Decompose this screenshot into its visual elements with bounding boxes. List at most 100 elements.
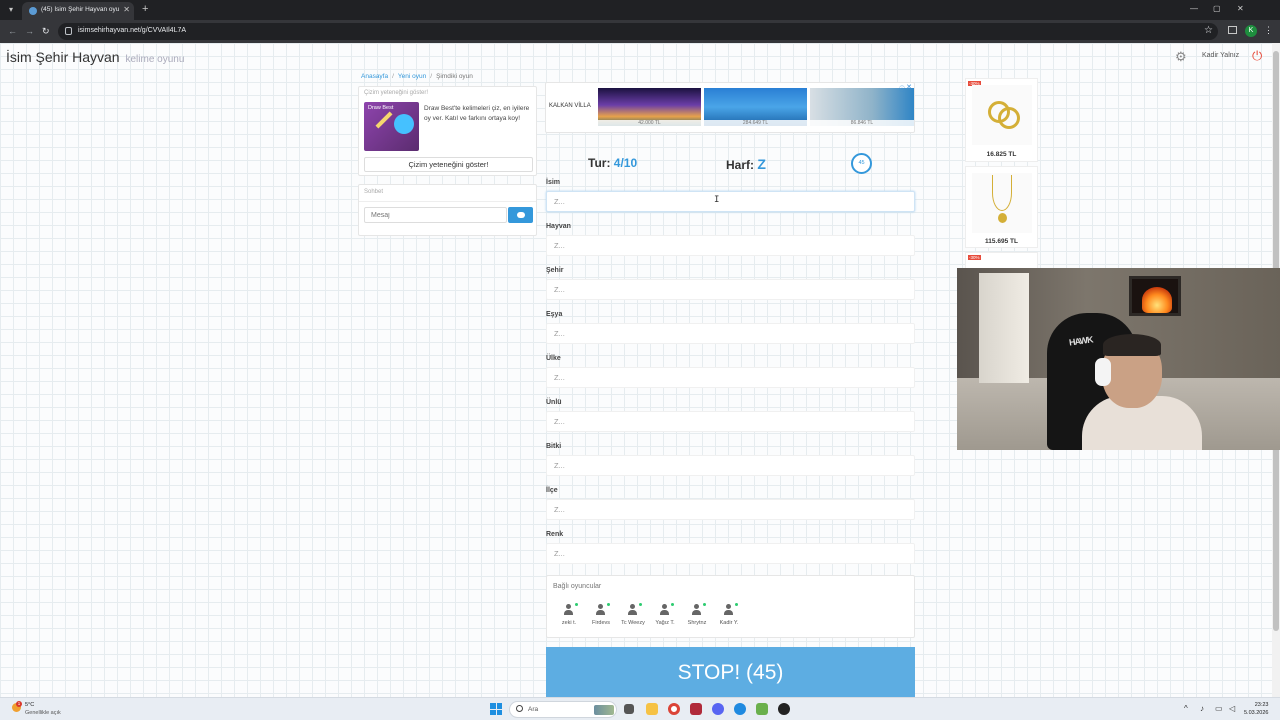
search-icon [516, 705, 523, 712]
online-status-dot [575, 603, 578, 606]
ad-price-2: 284.649 TL [704, 120, 807, 126]
connected-players-card: Bağlı oyuncular zeki t. Firdevs Tc Weezy… [546, 575, 915, 638]
draw-best-image[interactable]: Draw Best [364, 102, 419, 151]
chat-card: Sohbet [358, 184, 537, 236]
field-input-isim[interactable] [546, 191, 915, 212]
brand-subtitle: kelime oyunu [125, 54, 185, 65]
task-view-icon[interactable] [624, 704, 634, 714]
ad-close-icon[interactable]: ✕ [906, 83, 912, 91]
settings-gear-icon[interactable]: ⚙ [1175, 49, 1187, 65]
weather-temp: 5°C [25, 702, 35, 708]
new-tab-icon[interactable]: + [142, 3, 148, 15]
taskbar-search[interactable]: Ara [509, 701, 617, 718]
forward-icon[interactable]: → [25, 26, 34, 36]
user-avatar-icon [659, 604, 670, 616]
volume-icon[interactable]: ◁ [1229, 704, 1235, 713]
field-input-ilce[interactable] [546, 499, 915, 520]
breadcrumb-home-link[interactable]: Anasayfa [361, 73, 388, 80]
user-avatar-icon [723, 604, 734, 616]
site-info-icon[interactable] [65, 27, 72, 35]
chat-message-input[interactable] [364, 207, 507, 223]
field-label-isim: İsim [546, 179, 561, 186]
field-input-esya[interactable] [546, 323, 915, 344]
taskbar-clock[interactable]: 23:23 5.03.2026 [1244, 701, 1268, 717]
online-status-dot [639, 603, 642, 606]
field-label-ilce: İlçe [546, 487, 558, 494]
ad-info-icon[interactable]: ⓘ [899, 84, 905, 93]
taskbar-search-label: Ara [528, 706, 539, 713]
countdown-timer: 45 [851, 153, 872, 174]
discord-icon[interactable] [712, 703, 724, 715]
ad-photo-1[interactable]: 42.000 TL [598, 88, 701, 126]
stop-button[interactable]: STOP! (45) [546, 647, 915, 697]
field-label-esya: Eşya [546, 311, 563, 318]
draw-card-description: Draw Best'te kelimeleri çiz, en iyilere … [424, 105, 530, 122]
field-input-sehir[interactable] [546, 279, 915, 300]
file-explorer-icon[interactable] [646, 703, 658, 715]
app-icon-dark[interactable] [778, 703, 790, 715]
round-value: 4/10 [613, 156, 638, 170]
round-indicator: Tur: 4/10 [588, 156, 637, 170]
product-card[interactable]: -30% 16.825 TL [965, 78, 1038, 162]
online-status-dot [735, 603, 738, 606]
product-price: 115.695 TL [985, 238, 1018, 245]
ad-photo-3[interactable]: 86.846 TL [810, 88, 914, 126]
app-icon-green[interactable] [756, 703, 768, 715]
ad-photo-2[interactable]: 284.649 TL [704, 88, 807, 126]
chat-title: Sohbet [364, 189, 384, 195]
necklace-product-image[interactable] [972, 173, 1032, 233]
ad-banner[interactable]: KALKAN VİLLA 42.000 TL 284.649 TL 86.846… [545, 82, 915, 133]
network-icon[interactable]: ▭ [1215, 704, 1223, 713]
logout-power-icon[interactable]: ⏻ [1252, 48, 1262, 64]
reload-icon[interactable]: ↻ [42, 26, 50, 37]
chat-divider [359, 201, 536, 202]
url-field[interactable]: isimsehirhayvan.net/g/CVVAIl4L7A [58, 23, 1218, 40]
draw-card-title: Çizim yeteneğini göster! [364, 90, 429, 96]
brand-title: İsim Şehir Hayvan [6, 49, 120, 65]
rings-product-image[interactable] [972, 85, 1032, 145]
username[interactable]: Kadir Yalnız [1202, 52, 1239, 59]
pendant-icon [998, 213, 1007, 223]
profile-avatar[interactable]: K [1245, 25, 1257, 37]
maximize-icon[interactable]: ▢ [1213, 4, 1221, 13]
breadcrumb-new-game-link[interactable]: Yeni oyun [398, 73, 426, 80]
field-label-sehir: Şehir [546, 267, 564, 274]
product-card[interactable]: 115.695 TL [965, 166, 1038, 248]
tab-search-icon[interactable]: ▾ [5, 4, 17, 16]
chat-send-button[interactable] [508, 207, 533, 223]
site-brand[interactable]: İsim Şehir Hayvan kelime oyunu [6, 49, 184, 65]
bookmark-star-icon[interactable]: ☆ [1204, 25, 1213, 36]
ad-logo: KALKAN VİLLA [549, 103, 591, 109]
close-window-icon[interactable]: ✕ [1237, 4, 1244, 13]
draw-best-image-label: Draw Best [368, 105, 394, 111]
field-input-renk[interactable] [546, 543, 915, 564]
microphone-icon[interactable]: ♪ [1200, 704, 1204, 713]
edge-icon[interactable] [734, 703, 746, 715]
browser-tab-active[interactable]: (45) İsim Şehir Hayvan oyunu ✕ [22, 2, 134, 20]
discount-badge: -30% [968, 255, 981, 260]
close-tab-icon[interactable]: ✕ [123, 5, 130, 14]
weather-widget[interactable]: 1 5°C Genellikle açık [12, 701, 72, 719]
field-input-bitki[interactable] [546, 455, 915, 476]
browser-tab-bar: ▾ (45) İsim Şehir Hayvan oyunu ✕ + — ▢ ✕ [0, 0, 1280, 20]
search-highlight-image [594, 705, 614, 715]
field-label-unlu: Ünlü [546, 399, 562, 406]
headphones-icon [1095, 358, 1111, 386]
windows-start-icon[interactable] [490, 703, 502, 715]
tray-chevron-icon[interactable]: ^ [1184, 704, 1188, 713]
player-item[interactable]: Kadir Y. [715, 600, 745, 630]
field-label-ulke: Ülke [546, 355, 561, 362]
show-drawing-button[interactable]: Çizim yeteneğini göster! [364, 157, 533, 172]
clock-date: 5.03.2026 [1244, 710, 1269, 716]
back-icon[interactable]: ← [8, 26, 17, 36]
weather-desc: Genellikle açık [25, 710, 61, 716]
field-input-unlu[interactable] [546, 411, 915, 432]
field-input-ulke[interactable] [546, 367, 915, 388]
minimize-icon[interactable]: — [1190, 4, 1198, 13]
app-icon-a[interactable] [690, 703, 702, 715]
extensions-icon[interactable] [1228, 26, 1237, 34]
browser-menu-icon[interactable]: ⋮ [1264, 25, 1273, 36]
field-input-hayvan[interactable] [546, 235, 915, 256]
necklace-chain-icon [992, 175, 1012, 211]
chrome-icon[interactable] [668, 703, 680, 715]
